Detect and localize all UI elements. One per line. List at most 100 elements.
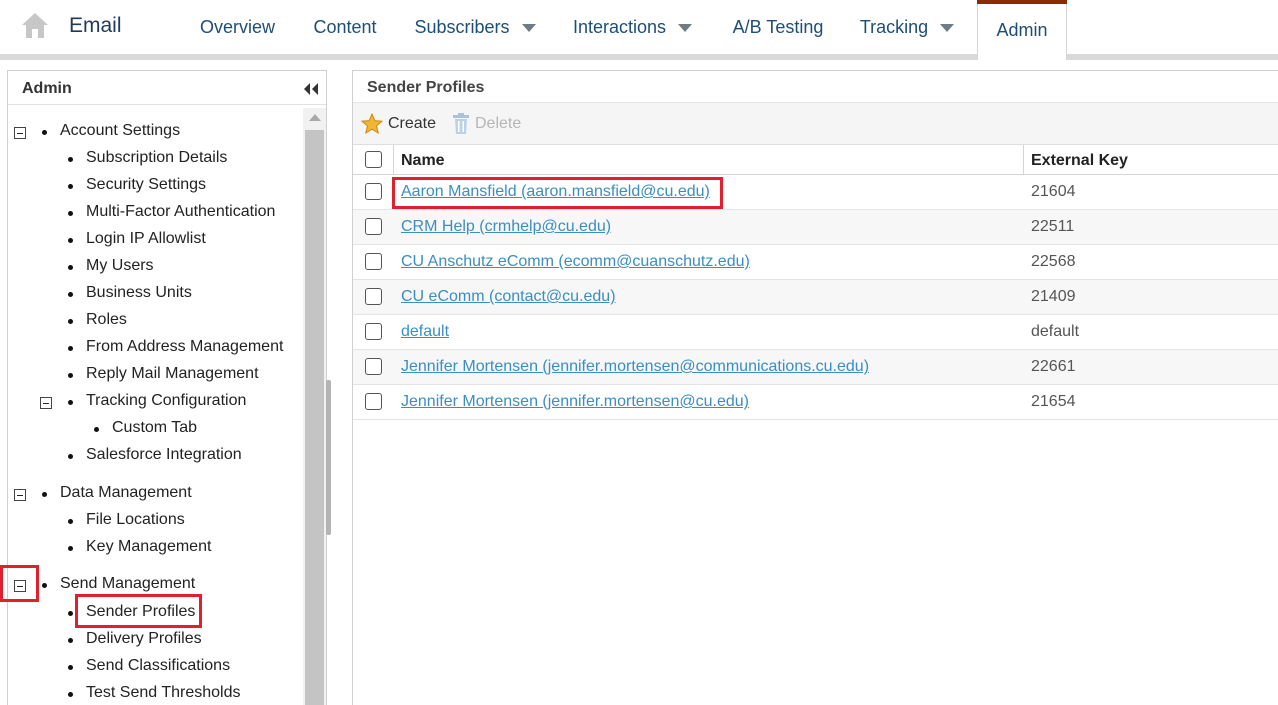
tab-subscribers[interactable]: Subscribers [405, 0, 545, 54]
collapse-toggle-account-settings[interactable] [14, 127, 26, 139]
chevron-down-icon [521, 24, 536, 32]
panel-splitter-handle[interactable] [326, 380, 331, 535]
bullet-icon [68, 211, 73, 216]
row-checkbox[interactable] [365, 393, 382, 410]
bullet-icon [68, 157, 73, 162]
tab-interactions[interactable]: Interactions [565, 0, 700, 54]
tab-content[interactable]: Content [302, 0, 388, 54]
bullet-icon [68, 265, 73, 270]
double-chevron-left-icon[interactable] [303, 82, 319, 96]
tab-tracking[interactable]: Tracking [852, 0, 962, 54]
tree-item-salesforce-integration[interactable]: Salesforce Integration [86, 444, 242, 466]
tab-label: Interactions [572, 16, 667, 37]
tab-label: A/B Testing [732, 16, 824, 37]
row-checkbox[interactable] [365, 358, 382, 375]
external-key-cell: 21604 [1031, 183, 1076, 200]
panel-title: Sender Profiles [367, 79, 485, 96]
external-key-cell: 21409 [1031, 288, 1076, 305]
tree-item-send-classifications[interactable]: Send Classifications [86, 655, 230, 677]
row-checkbox[interactable] [365, 218, 382, 235]
external-key-cell: default [1031, 323, 1080, 340]
bullet-icon [68, 373, 73, 378]
tree-item-login-ip-allowlist[interactable]: Login IP Allowlist [86, 228, 206, 250]
row-checkbox[interactable] [365, 288, 382, 305]
create-button[interactable]: Create [361, 113, 436, 135]
sender-profile-link[interactable]: Jennifer Mortensen (jennifer.mortensen@c… [401, 358, 869, 376]
sender-profile-link[interactable]: Aaron Mansfield (aaron.mansfield@cu.edu) [401, 183, 710, 201]
scroll-up-arrow-icon[interactable] [309, 114, 321, 121]
tree-item-sender-profiles[interactable]: Sender Profiles [86, 601, 195, 623]
collapse-toggle-data-management[interactable] [14, 489, 26, 501]
app-title: Email [69, 14, 122, 37]
tree-section-send-management[interactable]: Send Management [60, 573, 195, 595]
tree-item-key-management[interactable]: Key Management [86, 536, 211, 558]
tree-section-account-settings[interactable]: Account Settings [60, 120, 180, 142]
tree-item-business-units[interactable]: Business Units [86, 282, 192, 304]
sender-profile-link[interactable]: CU Anschutz eComm (ecomm@cuanschutz.edu) [401, 253, 750, 271]
tree-item-multi-factor-authentication[interactable]: Multi-Factor Authentication [86, 201, 275, 223]
bullet-icon [68, 454, 73, 459]
table-row: Jennifer Mortensen (jennifer.mortensen@c… [353, 350, 1278, 385]
tab-label: Tracking [859, 16, 929, 37]
column-divider [393, 145, 394, 175]
sender-profile-link[interactable]: CRM Help (crmhelp@cu.edu) [401, 218, 611, 236]
tree-item-delivery-profiles[interactable]: Delivery Profiles [86, 628, 202, 650]
tree-item-custom-tab[interactable]: Custom Tab [112, 417, 197, 439]
home-icon[interactable] [20, 11, 50, 39]
row-checkbox[interactable] [365, 253, 382, 270]
tab-label: Subscribers [414, 16, 510, 37]
tab-admin[interactable]: Admin [977, 0, 1067, 60]
delete-label: Delete [475, 115, 522, 132]
sidebar-scrollbar[interactable] [303, 108, 326, 705]
row-checkbox[interactable] [365, 183, 382, 200]
tree-item-subscription-details[interactable]: Subscription Details [86, 147, 227, 169]
bullet-icon [42, 492, 47, 497]
trash-icon [453, 113, 469, 134]
bullet-icon [68, 546, 73, 551]
tree-item-file-locations[interactable]: File Locations [86, 509, 185, 531]
tree-item-my-users[interactable]: My Users [86, 255, 154, 277]
sender-profiles-panel: Sender Profiles Create Delete Name Exter… [352, 70, 1278, 705]
tree-item-roles[interactable]: Roles [86, 309, 127, 331]
tree-item-reply-mail-management[interactable]: Reply Mail Management [86, 363, 259, 385]
tree-item-test-send-thresholds[interactable]: Test Send Thresholds [86, 682, 240, 704]
external-key-cell: 22661 [1031, 358, 1076, 375]
bullet-icon [68, 238, 73, 243]
collapse-toggle-send-management[interactable] [14, 580, 26, 592]
admin-sidebar: Admin Account Settings Subscription Deta… [7, 70, 327, 705]
sidebar-header: Admin [8, 71, 326, 105]
external-key-cell: 22511 [1031, 218, 1075, 235]
table-row: CRM Help (crmhelp@cu.edu) 22511 [353, 210, 1278, 245]
tab-ab-testing[interactable]: A/B Testing [722, 0, 834, 54]
tree-section-data-management[interactable]: Data Management [60, 482, 192, 504]
bullet-icon [68, 292, 73, 297]
delete-button[interactable]: Delete [452, 113, 521, 135]
tree-item-from-address-management[interactable]: From Address Management [86, 336, 283, 358]
tab-overview[interactable]: Overview [190, 0, 285, 54]
toolbar: Create Delete [353, 103, 1278, 145]
collapse-toggle-tracking-configuration[interactable] [40, 397, 52, 409]
sender-profile-link[interactable]: default [401, 323, 449, 341]
column-header-name[interactable]: Name [401, 152, 445, 170]
select-all-checkbox[interactable] [365, 151, 382, 168]
chevron-down-icon [940, 24, 955, 32]
row-checkbox[interactable] [365, 323, 382, 340]
sender-profile-link[interactable]: CU eComm (contact@cu.edu) [401, 288, 616, 306]
tree-item-security-settings[interactable]: Security Settings [86, 174, 206, 196]
column-divider [1023, 145, 1024, 175]
bullet-icon [68, 346, 73, 351]
bullet-icon [68, 319, 73, 324]
top-navigation: Email Overview Content Subscribers Inter… [0, 0, 1278, 60]
nav-divider [0, 54, 1278, 60]
table-row: CU eComm (contact@cu.edu) 21409 [353, 280, 1278, 315]
table-row: CU Anschutz eComm (ecomm@cuanschutz.edu)… [353, 245, 1278, 280]
bullet-icon [94, 427, 99, 432]
create-label: Create [388, 115, 437, 132]
sender-profile-link[interactable]: Jennifer Mortensen (jennifer.mortensen@c… [401, 393, 749, 411]
chevron-down-icon [678, 24, 693, 32]
scrollbar-thumb[interactable] [305, 130, 324, 705]
tab-label: Admin [996, 19, 1048, 40]
table-row: Aaron Mansfield (aaron.mansfield@cu.edu)… [353, 175, 1278, 210]
column-header-external-key[interactable]: External Key [1031, 152, 1128, 170]
tree-item-tracking-configuration[interactable]: Tracking Configuration [86, 390, 246, 412]
